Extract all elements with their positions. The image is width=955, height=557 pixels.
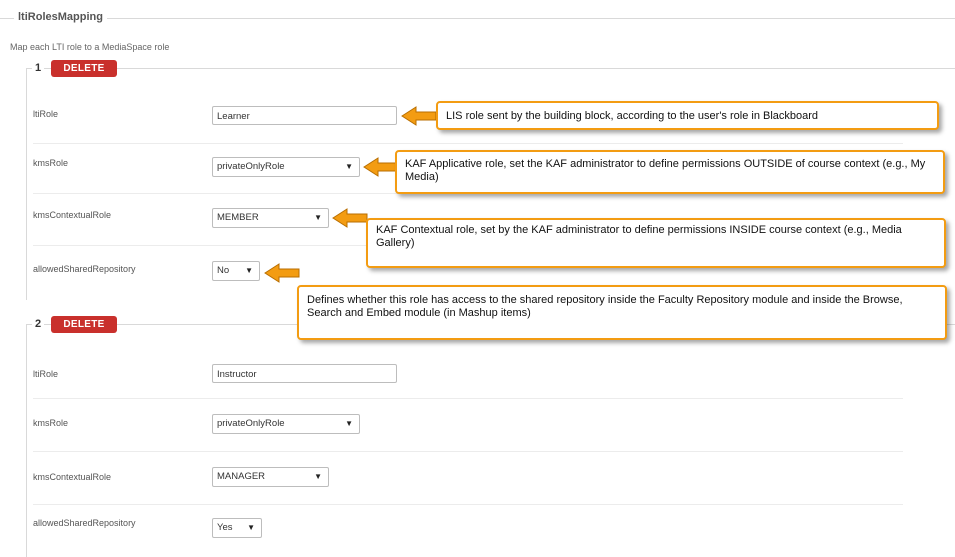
- role1-allowedsharedrepository-select[interactable]: No ▼: [212, 261, 260, 281]
- role1-ltirole-input[interactable]: Learner: [212, 106, 397, 125]
- role1-border-top: [26, 68, 955, 69]
- role1-allowedsharedrepository-label: allowedSharedRepository: [33, 264, 136, 274]
- role2-kmscontextualrole-value: MANAGER: [217, 471, 266, 482]
- role2-delete-button[interactable]: DELETE: [51, 316, 117, 333]
- callout-kmsrole: KAF Applicative role, set the KAF admini…: [395, 150, 945, 194]
- role1-ltirole-label: ltiRole: [33, 109, 59, 119]
- caret-down-icon: ▼: [245, 266, 253, 275]
- role2-kmscontextualrole-label: kmsContextualRole: [33, 472, 112, 482]
- role1-number: 1: [32, 62, 45, 74]
- role2-kmsrole-value: privateOnlyRole: [217, 418, 285, 429]
- role2-separator: [33, 504, 903, 505]
- role1-border-left: [26, 68, 27, 300]
- role2-separator: [33, 451, 903, 452]
- group-border-top: [0, 18, 955, 19]
- role2-allowedsharedrepository-select[interactable]: Yes ▼: [212, 518, 262, 538]
- role2-kmscontextualrole-select[interactable]: MANAGER ▼: [212, 467, 329, 487]
- caret-down-icon: ▼: [345, 162, 353, 171]
- caret-down-icon: ▼: [314, 213, 322, 222]
- callout-ltirole: LIS role sent by the building block, acc…: [436, 101, 939, 130]
- role1-kmscontextualrole-select[interactable]: MEMBER ▼: [212, 208, 329, 228]
- caret-down-icon: ▼: [314, 472, 322, 481]
- role1-kmscontextualrole-label: kmsContextualRole: [33, 210, 112, 220]
- orange-arrow-icon: [264, 263, 300, 283]
- role2-kmsrole-label: kmsRole: [33, 418, 69, 428]
- role2-allowedsharedrepository-value: Yes: [217, 522, 233, 533]
- role2-separator: [33, 398, 903, 399]
- role1-delete-button[interactable]: DELETE: [51, 60, 117, 77]
- role2-number: 2: [32, 318, 45, 330]
- role2-border-left: [26, 324, 27, 557]
- group-description: Map each LTI role to a MediaSpace role: [10, 42, 170, 52]
- role2-allowedsharedrepository-label: allowedSharedRepository: [33, 518, 136, 528]
- caret-down-icon: ▼: [247, 523, 255, 532]
- role2-ltirole-input[interactable]: Instructor: [212, 364, 397, 383]
- role1-separator: [33, 143, 903, 144]
- group-title: ltiRolesMapping: [14, 11, 107, 23]
- role1-kmsrole-value: privateOnlyRole: [217, 161, 285, 172]
- caret-down-icon: ▼: [345, 419, 353, 428]
- role1-kmsrole-select[interactable]: privateOnlyRole ▼: [212, 157, 360, 177]
- callout-allowedsharedrepository: Defines whether this role has access to …: [297, 285, 947, 340]
- role1-kmsrole-label: kmsRole: [33, 158, 69, 168]
- orange-arrow-icon: [332, 208, 368, 228]
- role2-ltirole-label: ltiRole: [33, 369, 59, 379]
- role2-kmsrole-select[interactable]: privateOnlyRole ▼: [212, 414, 360, 434]
- orange-arrow-icon: [401, 106, 437, 126]
- role1-allowedsharedrepository-value: No: [217, 265, 230, 276]
- role1-kmscontextualrole-value: MEMBER: [217, 212, 259, 223]
- callout-kmscontextualrole: KAF Contextual role, set by the KAF admi…: [366, 218, 946, 268]
